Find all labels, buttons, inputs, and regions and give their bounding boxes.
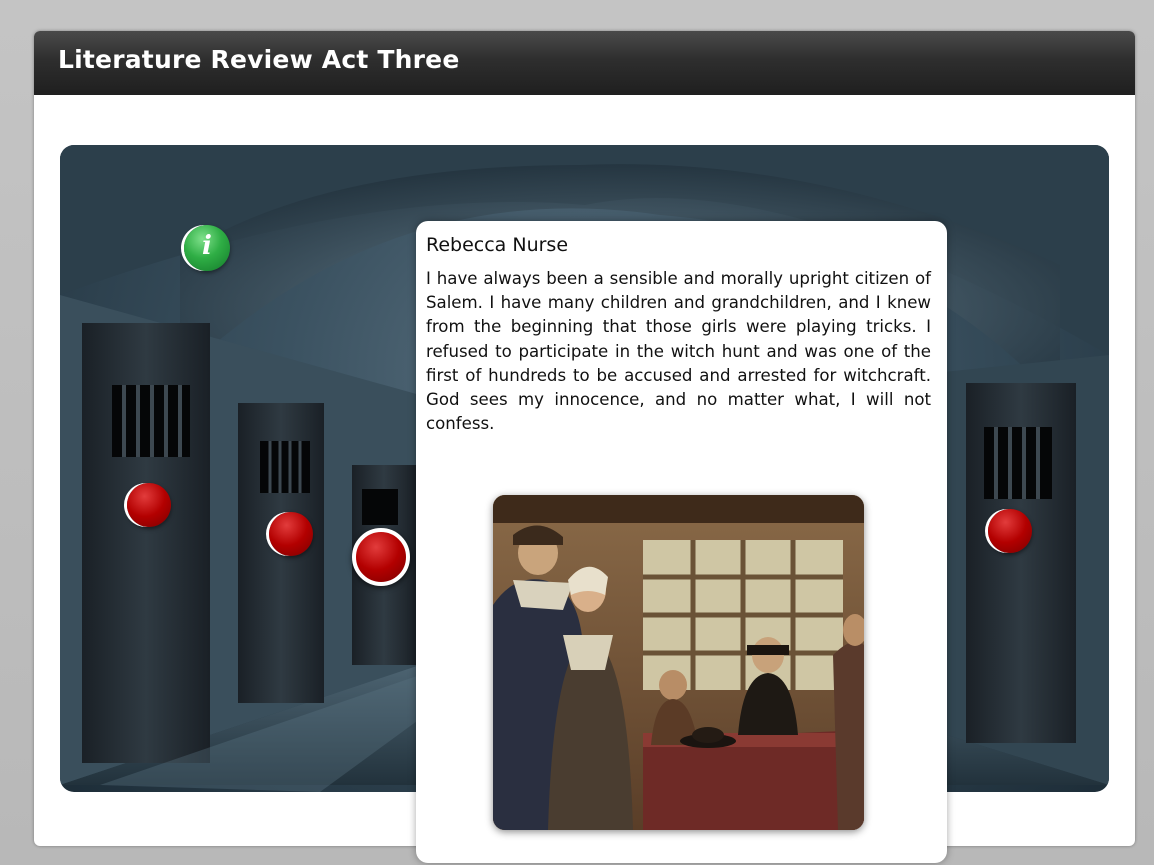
hotspot-cell-door-1[interactable]	[127, 483, 171, 527]
hotspot-cell-door-2[interactable]	[269, 512, 313, 556]
page-background: Literature Review Act Three i Rebecca Nu…	[0, 0, 1154, 865]
title-bar: Literature Review Act Three	[34, 31, 1135, 95]
hotspot-cell-door-3[interactable]	[352, 528, 410, 586]
info-button[interactable]: i	[184, 225, 230, 271]
character-description: I have always been a sensible and morall…	[426, 269, 931, 434]
trial-painting-illustration	[493, 495, 864, 830]
hotspot-cell-door-4[interactable]	[988, 509, 1032, 553]
info-icon: i	[202, 231, 212, 261]
character-portrait-image	[493, 495, 864, 830]
window-title: Literature Review Act Three	[58, 45, 460, 74]
character-popup: Rebecca Nurse I have always been a sensi…	[416, 221, 947, 863]
character-name: Rebecca Nurse	[426, 234, 569, 256]
